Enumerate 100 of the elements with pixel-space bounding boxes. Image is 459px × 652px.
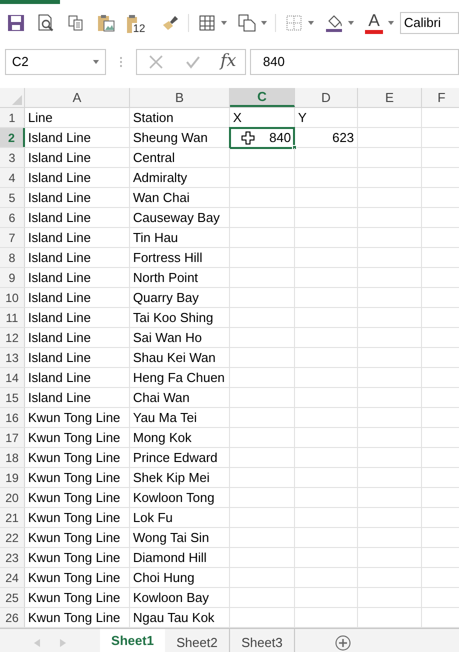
column-header[interactable]: D — [295, 88, 358, 107]
row-header[interactable]: 12 — [0, 328, 25, 347]
cell-text: Heng Fa Chuen — [133, 368, 225, 387]
column-header[interactable]: A — [25, 88, 130, 107]
cell-text: X — [233, 108, 242, 127]
caret-icon — [308, 21, 314, 25]
row-header[interactable]: 13 — [0, 348, 25, 367]
cell-text: Island Line — [28, 148, 91, 167]
row-header[interactable]: 17 — [0, 428, 25, 447]
cell-text: Island Line — [28, 308, 91, 327]
row-header[interactable]: 10 — [0, 288, 25, 307]
row-header[interactable]: 25 — [0, 588, 25, 607]
cell-text: Kwun Tong Line — [28, 468, 120, 487]
cell-text: Island Line — [28, 188, 91, 207]
cell-text: Prince Edward — [133, 448, 218, 467]
cell-text: Diamond Hill — [133, 548, 207, 567]
cell-text: Kwun Tong Line — [28, 508, 120, 527]
cell-text: Island Line — [28, 128, 91, 147]
cell-text: Line — [28, 108, 53, 127]
cell-text: Lok Fu — [133, 508, 173, 527]
cell-text: Kwun Tong Line — [28, 408, 120, 427]
row-header[interactable]: 18 — [0, 448, 25, 467]
row-header[interactable]: 3 — [0, 148, 25, 167]
cell-text: Tai Koo Shing — [133, 308, 214, 327]
sheet-tab[interactable]: Sheet3 — [230, 629, 295, 652]
row-header[interactable]: 24 — [0, 568, 25, 587]
row-header[interactable]: 5 — [0, 188, 25, 207]
caret-icon — [348, 21, 354, 25]
cell-text: Sheung Wan — [133, 128, 208, 147]
cell-text: Island Line — [28, 328, 91, 347]
cell-text: Kowloon Bay — [133, 588, 209, 607]
name-box[interactable]: C2 — [5, 49, 106, 75]
row-header[interactable]: 11 — [0, 308, 25, 327]
column-header[interactable]: C — [230, 88, 295, 107]
row-header[interactable]: 26 — [0, 608, 25, 627]
caret-icon — [221, 21, 227, 25]
formula-field[interactable]: 840 — [250, 49, 459, 75]
cell-text: Tin Hau — [133, 228, 178, 247]
paint-bucket-icon[interactable] — [324, 13, 344, 33]
sheet-tab[interactable]: Sheet2 — [165, 629, 230, 652]
fill-handle[interactable] — [292, 145, 297, 150]
row-header[interactable]: 1 — [0, 108, 25, 127]
paste-values-badge: 12 — [132, 23, 146, 35]
row-header[interactable]: 8 — [0, 248, 25, 267]
column-header[interactable]: E — [358, 88, 422, 107]
check-icon — [185, 54, 202, 70]
cell-text: Shau Kei Wan — [133, 348, 216, 367]
pages-icon[interactable] — [237, 13, 257, 33]
add-sheet-icon[interactable] — [335, 634, 351, 650]
cell-text: Kwun Tong Line — [28, 428, 120, 447]
cell-text: Island Line — [28, 248, 91, 267]
cross-cursor-icon — [241, 131, 255, 145]
font-color-letter: A — [368, 12, 380, 28]
cell-text: Island Line — [28, 268, 91, 287]
dotted-grid-icon[interactable] — [284, 13, 304, 33]
cell-text: North Point — [133, 268, 198, 287]
dropdown-button[interactable]: A — [362, 10, 396, 36]
row-header[interactable]: 2 — [0, 128, 25, 147]
row-header[interactable]: 23 — [0, 548, 25, 567]
cell-text: 840 — [269, 128, 291, 147]
cell-text: Island Line — [28, 208, 91, 227]
cell-text: Station — [133, 108, 174, 127]
row-header[interactable]: 6 — [0, 208, 25, 227]
row-header[interactable]: 15 — [0, 388, 25, 407]
cell-text: Choi Hung — [133, 568, 194, 587]
row-header[interactable]: 7 — [0, 228, 25, 247]
cell-text: Ngau Tau Kok — [133, 608, 214, 627]
cell-text: Island Line — [28, 388, 91, 407]
cell-text: Island Line — [28, 228, 91, 247]
borders-icon[interactable] — [197, 13, 217, 33]
cell-text: Kwun Tong Line — [28, 448, 120, 467]
column-header[interactable]: F — [422, 88, 459, 107]
cell-text: Island Line — [28, 348, 91, 367]
caret-icon — [388, 21, 394, 25]
cell-text: Sai Wan Ho — [133, 328, 202, 347]
sheet-tab[interactable]: Sheet1 — [100, 629, 165, 652]
row-header[interactable]: 16 — [0, 408, 25, 427]
cell-text: Causeway Bay — [133, 208, 220, 227]
triangle-icon — [12, 95, 22, 105]
cell-text: Island Line — [28, 368, 91, 387]
row-header[interactable]: 22 — [0, 528, 25, 547]
cell-text: Mong Kok — [133, 428, 192, 447]
cell-text: Island Line — [28, 288, 91, 307]
cell-text: Kwun Tong Line — [28, 588, 120, 607]
insert-function-button[interactable]: fx — [218, 49, 238, 75]
row-header[interactable]: 21 — [0, 508, 25, 527]
row-header[interactable]: 19 — [0, 468, 25, 487]
row-header[interactable]: 4 — [0, 168, 25, 187]
row-header[interactable]: 20 — [0, 488, 25, 507]
cell-text: Wong Tai Sin — [133, 528, 210, 547]
cell-text: Wan Chai — [133, 188, 190, 207]
caret-icon — [261, 21, 267, 25]
cell-text: Kwun Tong Line — [28, 548, 120, 567]
font-color-bar — [365, 30, 383, 34]
cell-text: Island Line — [28, 168, 91, 187]
row-header[interactable]: 14 — [0, 368, 25, 387]
toolbar-button[interactable]: 12 — [124, 10, 152, 36]
font-field[interactable]: Calibri — [400, 12, 459, 34]
cell-text: Fortress Hill — [133, 248, 202, 267]
row-header[interactable]: 9 — [0, 268, 25, 287]
